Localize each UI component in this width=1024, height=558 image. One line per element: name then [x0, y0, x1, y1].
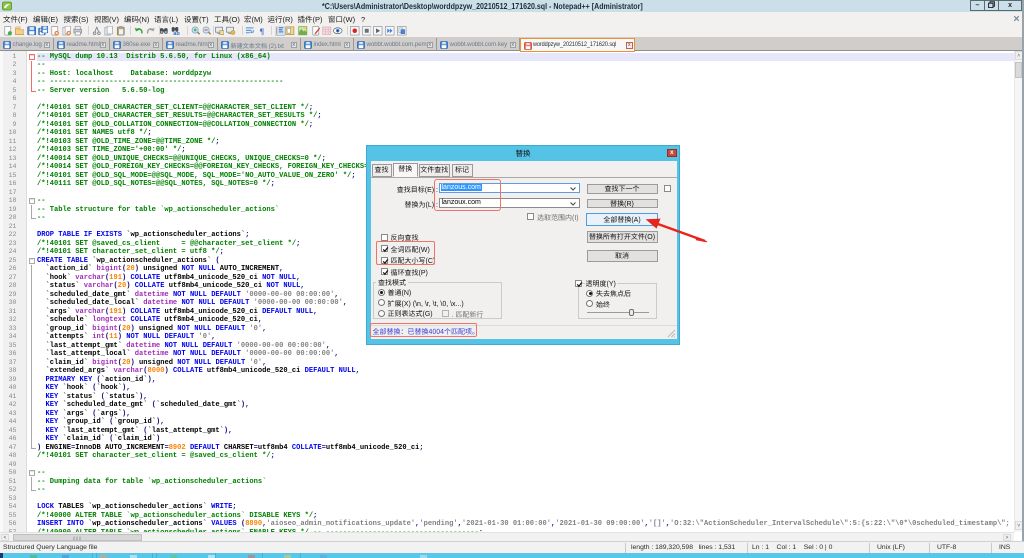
svg-text:¶: ¶	[259, 26, 264, 35]
svg-text:ab: ab	[173, 31, 180, 35]
